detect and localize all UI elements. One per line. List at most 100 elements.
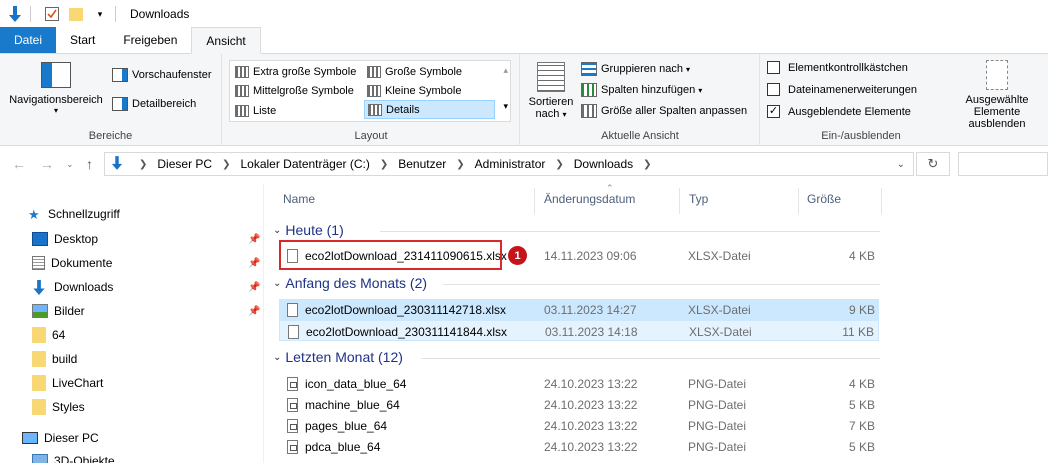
navigation-pane-button[interactable]: Navigationsbereich ▾: [6, 62, 106, 115]
column-header-date[interactable]: Änderungsdatum: [544, 192, 635, 206]
group-label-show-hide: Ein-/ausblenden: [821, 130, 901, 142]
nav-item-folder-build[interactable]: build: [0, 348, 264, 370]
file-row[interactable]: machine_blue_64 24.10.2023 13:22 PNG-Dat…: [279, 394, 879, 415]
nav-item-documents[interactable]: Dokumente 📌: [0, 252, 264, 274]
layout-item-label: Details: [386, 103, 420, 116]
desktop-icon: [32, 232, 48, 246]
layout-list[interactable]: Liste: [232, 101, 364, 120]
refresh-icon[interactable]: ↻: [916, 152, 950, 176]
breadcrumb-separator[interactable]: ❯: [139, 159, 147, 170]
folder-icon: [32, 327, 46, 343]
pin-icon[interactable]: 📌: [248, 234, 260, 245]
quick-access-dropdown-icon[interactable]: ▾: [91, 5, 109, 23]
file-row[interactable]: pdca_blue_64 24.10.2023 13:22 PNG-Datei …: [279, 436, 879, 457]
file-date: 14.11.2023 09:06: [544, 249, 637, 263]
column-header-name[interactable]: Name: [283, 192, 315, 206]
title-separator: [30, 6, 31, 22]
file-date: 24.10.2023 13:22: [544, 419, 638, 433]
column-header-size[interactable]: Größe: [807, 192, 841, 206]
item-checkboxes-toggle[interactable]: Elementkontrollkästchen: [767, 61, 908, 74]
file-row[interactable]: pages_blue_64 24.10.2023 13:22 PNG-Datei…: [279, 415, 879, 436]
layout-details[interactable]: Details: [364, 100, 495, 119]
breadcrumb-separator[interactable]: ❯: [643, 159, 651, 170]
tab-start[interactable]: Start: [56, 27, 109, 53]
hide-selected-button[interactable]: Ausgewählte Elemente ausblenden: [947, 60, 1047, 130]
column-separator[interactable]: [534, 188, 535, 214]
pin-icon[interactable]: 📌: [248, 282, 260, 293]
annotation-badge: 1: [508, 246, 527, 265]
group-header-last-month[interactable]: ⌄ Letzten Monat (12): [273, 349, 403, 365]
group-header-today[interactable]: ⌄ Heute (1): [273, 222, 344, 238]
column-separator[interactable]: [679, 188, 680, 214]
layout-medium-icons[interactable]: Mittelgroße Symbole: [232, 81, 364, 100]
hidden-items-toggle[interactable]: ✓ Ausgeblendete Elemente: [767, 105, 911, 118]
details-pane-button[interactable]: Detailbereich: [112, 97, 196, 111]
sort-by-button[interactable]: Sortieren nach ▾: [525, 62, 577, 120]
checkbox-checked[interactable]: ✓: [767, 105, 780, 118]
file-row[interactable]: eco2lotDownload_230311141844.xlsx 03.11.…: [279, 320, 879, 341]
nav-item-quick-access[interactable]: ★ Schnellzugriff: [0, 203, 264, 225]
breadcrumb-users[interactable]: Benutzer: [398, 157, 446, 171]
column-separator[interactable]: [881, 188, 882, 214]
breadcrumb-separator[interactable]: ❯: [456, 159, 464, 170]
nav-item-this-pc[interactable]: Dieser PC: [0, 427, 264, 449]
file-date: 24.10.2023 13:22: [544, 398, 638, 412]
file-size: 5 KB: [848, 398, 875, 412]
preview-pane-button[interactable]: Vorschaufenster: [112, 68, 212, 82]
new-folder-icon[interactable]: [67, 5, 85, 23]
breadcrumb-administrator[interactable]: Administrator: [475, 157, 546, 171]
group-header-start-of-month[interactable]: ⌄ Anfang des Monats (2): [273, 275, 427, 291]
search-input[interactable]: [958, 152, 1048, 176]
forward-arrow-icon[interactable]: →: [40, 156, 54, 172]
nav-item-folder-livechart[interactable]: LiveChart: [0, 372, 264, 394]
recent-locations-chevron-icon[interactable]: ⌄: [66, 159, 74, 170]
annotation-highlight-box: [279, 240, 502, 270]
pictures-icon: [32, 304, 48, 318]
tab-datei[interactable]: Datei: [0, 27, 56, 53]
checkbox-unchecked[interactable]: [767, 61, 780, 74]
file-row[interactable]: eco2lotDownload_230311142718.xlsx 03.11.…: [279, 299, 879, 320]
image-file-icon: [287, 440, 298, 454]
layout-scroll-down-icon[interactable]: ▾: [503, 101, 508, 112]
nav-item-desktop[interactable]: Desktop 📌: [0, 228, 264, 250]
pin-icon[interactable]: 📌: [248, 306, 260, 317]
group-by-button[interactable]: Gruppieren nach ▾: [581, 62, 690, 76]
back-arrow-icon[interactable]: ←: [12, 156, 26, 172]
checkbox-unchecked[interactable]: [767, 83, 780, 96]
nav-item-folder-64[interactable]: 64: [0, 324, 264, 346]
breadcrumb-downloads[interactable]: Downloads: [574, 157, 633, 171]
column-separator[interactable]: [798, 188, 799, 214]
hide-selected-label-line2: Elemente ausblenden: [968, 106, 1026, 130]
breadcrumb-separator[interactable]: ❯: [555, 159, 563, 170]
nav-item-pictures[interactable]: Bilder 📌: [0, 300, 264, 322]
nav-item-folder-styles[interactable]: Styles: [0, 396, 264, 418]
details-pane-label: Detailbereich: [132, 98, 197, 110]
column-header-type[interactable]: Typ: [689, 192, 708, 206]
address-bar[interactable]: ❯ Dieser PC ❯ Lokaler Datenträger (C:) ❯…: [104, 152, 914, 176]
fit-columns-button[interactable]: Größe aller Spalten anpassen: [581, 104, 747, 118]
address-history-chevron-icon[interactable]: ⌄: [897, 159, 905, 170]
breadcrumb-this-pc[interactable]: Dieser PC: [157, 157, 212, 171]
tab-freigeben[interactable]: Freigeben: [109, 27, 191, 53]
breadcrumb-local-disk[interactable]: Lokaler Datenträger (C:): [240, 157, 369, 171]
file-extensions-toggle[interactable]: Dateinamenerweiterungen: [767, 83, 917, 96]
layout-extra-large-icons[interactable]: Extra große Symbole: [232, 62, 364, 81]
file-name: icon_data_blue_64: [305, 377, 407, 391]
file-row[interactable]: icon_data_blue_64 24.10.2023 13:22 PNG-D…: [279, 373, 879, 394]
tab-ansicht[interactable]: Ansicht: [191, 27, 261, 54]
layout-small-icons[interactable]: Kleine Symbole: [364, 81, 494, 100]
chevron-down-icon: ▾: [562, 110, 567, 119]
pin-icon[interactable]: 📌: [248, 258, 260, 269]
layout-large-icons[interactable]: Große Symbole: [364, 62, 494, 81]
properties-icon[interactable]: [43, 5, 61, 23]
add-columns-button[interactable]: Spalten hinzufügen ▾: [581, 83, 702, 97]
preview-pane-icon: [112, 68, 128, 82]
chevron-down-icon: ▾: [53, 106, 58, 115]
layout-scroll-up-icon[interactable]: ▴: [503, 65, 508, 76]
breadcrumb-separator[interactable]: ❯: [380, 159, 388, 170]
breadcrumb-separator[interactable]: ❯: [222, 159, 230, 170]
up-arrow-icon[interactable]: ↑: [86, 156, 93, 172]
folder-icon: [32, 375, 46, 391]
nav-item-3d-objects[interactable]: 3D-Objekte: [0, 450, 264, 463]
nav-item-downloads[interactable]: Downloads 📌: [0, 276, 264, 298]
